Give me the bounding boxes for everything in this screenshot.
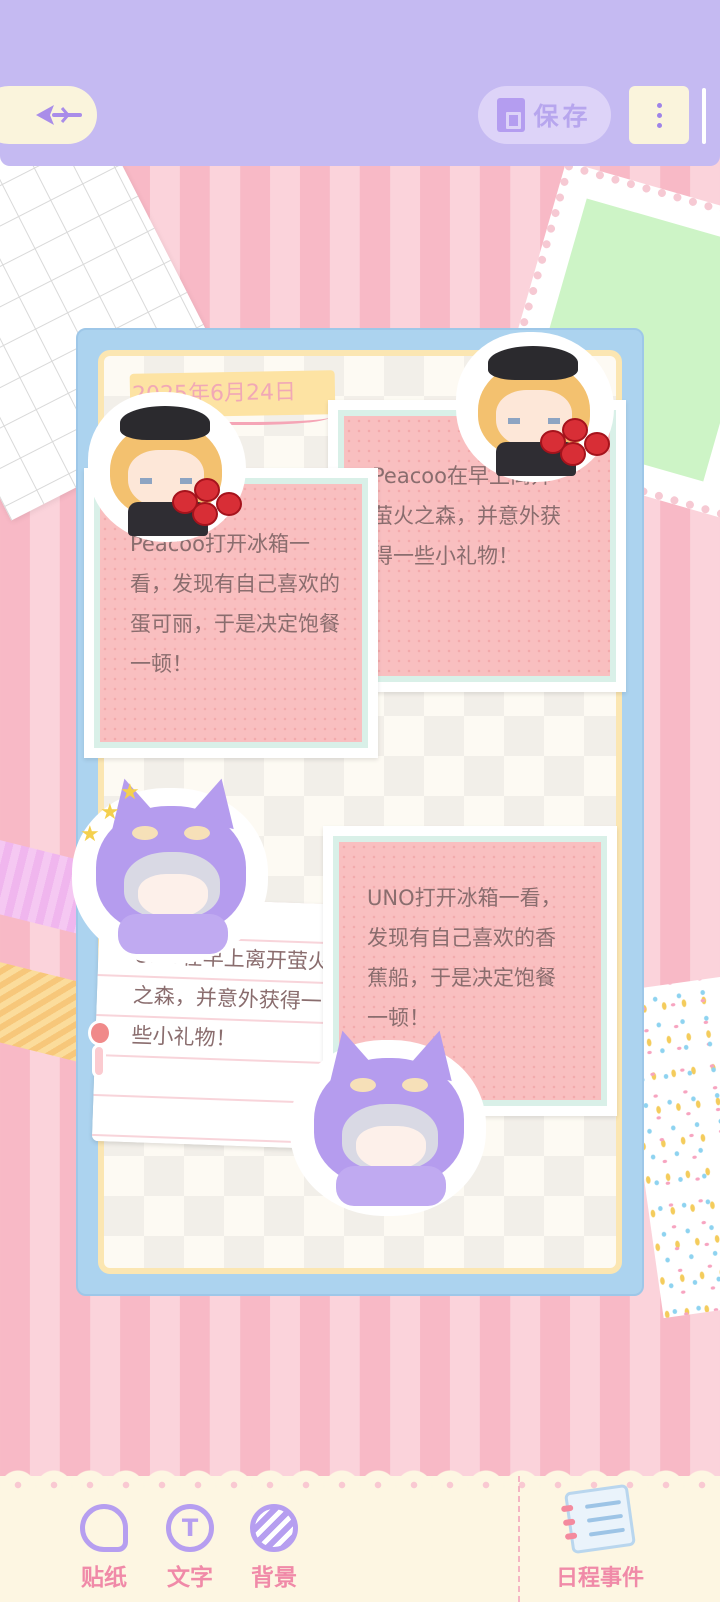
sticker-icon — [80, 1504, 128, 1552]
text-tool-label: 文字 — [167, 1565, 213, 1591]
star-icon: ★ — [80, 822, 100, 847]
background-tool-label: 背景 — [251, 1565, 297, 1591]
back-button[interactable] — [0, 86, 97, 144]
save-button[interactable]: 保存 — [478, 86, 611, 144]
roses-icon — [172, 476, 252, 526]
background-tool-button[interactable]: 背景 — [244, 1504, 304, 1594]
schedule-events-label: 日程事件 — [555, 1566, 644, 1591]
bottom-toolbar: 贴纸 T 文字 背景 日程事件 — [0, 1464, 720, 1602]
star-icon: ★ — [100, 800, 120, 825]
scroll-indicator — [702, 88, 706, 144]
schedule-events-button[interactable]: 日程事件 — [548, 1483, 652, 1598]
sticker-tool-button[interactable]: 贴纸 — [74, 1504, 134, 1594]
text-tool-button[interactable]: T 文字 — [160, 1504, 220, 1594]
background-icon — [250, 1504, 298, 1552]
toolbar-divider — [518, 1476, 520, 1602]
save-label: 保存 — [533, 102, 592, 131]
back-arrow-icon — [35, 105, 82, 125]
dot-icon — [656, 102, 662, 108]
pin-icon — [84, 1020, 116, 1080]
star-icon: ★ — [120, 780, 140, 805]
sticker-tool-label: 贴纸 — [81, 1565, 127, 1591]
dot-icon — [656, 112, 662, 118]
text-icon: T — [166, 1504, 214, 1552]
top-bar: 保存 — [0, 0, 720, 166]
roses-icon — [540, 416, 620, 466]
more-options-button[interactable] — [629, 86, 689, 144]
note-text: UNO打开冰箱一看，发现有自己喜欢的香蕉船，于是决定饱餐一顿！ — [367, 886, 562, 1030]
dot-icon — [656, 122, 662, 128]
character-sticker-uno[interactable] — [290, 1024, 490, 1220]
character-sticker-peacoo[interactable] — [456, 332, 626, 490]
document-icon — [497, 98, 526, 132]
character-sticker-peacoo[interactable] — [88, 392, 258, 550]
calendar-list-icon — [560, 1483, 637, 1555]
